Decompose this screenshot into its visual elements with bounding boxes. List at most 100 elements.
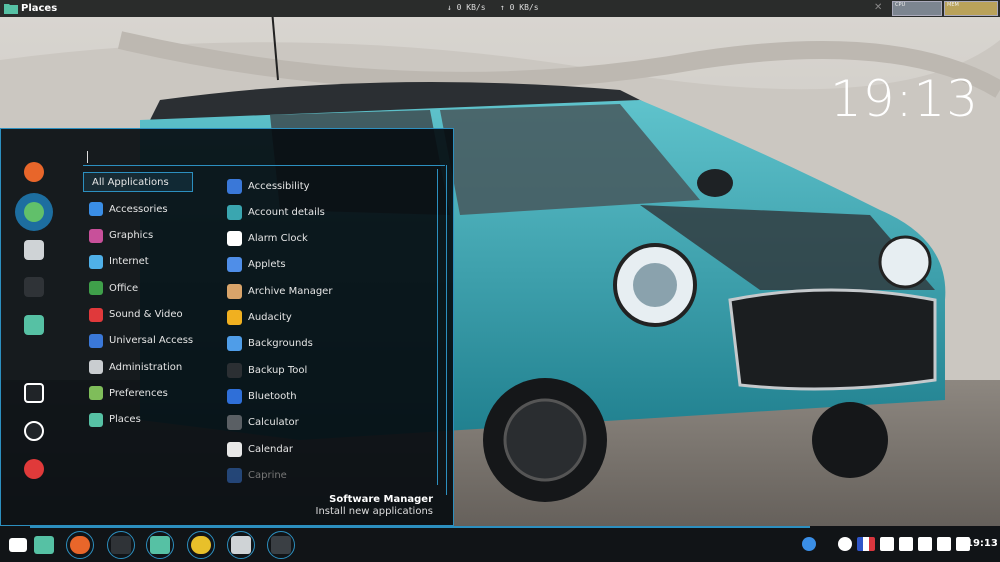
apps-grid-icon-glyph: [24, 202, 44, 222]
chrome-icon[interactable]: [187, 531, 215, 559]
app-label: Calculator: [248, 417, 299, 429]
category-label: Office: [109, 282, 139, 294]
app-label: Bluetooth: [248, 390, 297, 402]
network-download-rate: ↓ 0 KB/s: [447, 3, 486, 12]
app-audacity[interactable]: Audacity: [227, 308, 427, 328]
firefox-icon[interactable]: [23, 161, 45, 183]
settings-icon-glyph: [231, 536, 251, 554]
memory-monitor[interactable]: MEM: [944, 1, 998, 16]
category-label: Graphics: [109, 230, 154, 242]
software-manager-subtitle[interactable]: Install new applications: [316, 506, 434, 517]
logout-icon[interactable]: [23, 420, 45, 442]
media-player-icon-glyph: [271, 536, 291, 554]
preferences-icon: [89, 386, 103, 401]
office-icon: [89, 281, 103, 296]
app-calendar[interactable]: Calendar: [227, 439, 427, 459]
category-label: Places: [109, 414, 141, 426]
close-icon[interactable]: ✕: [874, 2, 882, 13]
lock-icon[interactable]: [23, 382, 45, 404]
app-applets[interactable]: Applets: [227, 255, 427, 275]
window-title[interactable]: Places: [21, 3, 57, 14]
taskbar-accent-line: [30, 526, 810, 528]
settings-toggle-icon[interactable]: [23, 239, 45, 261]
app-caprine[interactable]: Caprine: [227, 465, 427, 485]
volume-icon[interactable]: [937, 537, 951, 551]
desktop-clock: 19:13: [830, 70, 980, 128]
app-account-details[interactable]: Account details: [227, 202, 427, 222]
memory-label: MEM: [947, 2, 959, 8]
media-player-icon[interactable]: [267, 531, 295, 559]
firefox-icon-glyph: [24, 162, 44, 182]
archive-icon: [227, 283, 242, 299]
folder-icon[interactable]: [23, 314, 45, 336]
app-calculator[interactable]: Calculator: [227, 413, 427, 433]
accessibility-icon: [227, 178, 242, 194]
app-label: Audacity: [248, 312, 292, 323]
bluetooth-icon[interactable]: [802, 537, 816, 551]
category-label: Universal Access: [109, 335, 194, 347]
app-backup-tool[interactable]: Backup Tool: [227, 360, 427, 380]
places-icon: [89, 412, 103, 427]
accessories-icon: [89, 202, 103, 217]
firefox-icon-glyph: [70, 536, 90, 554]
user-icon[interactable]: [899, 537, 913, 551]
zorin-menu-icon-glyph: [9, 538, 27, 552]
network-icon[interactable]: [918, 537, 932, 551]
settings-icon[interactable]: [227, 531, 255, 559]
firefox-icon[interactable]: [66, 531, 94, 559]
category-preferences[interactable]: Preferences: [83, 383, 195, 403]
search-caret: [87, 151, 88, 163]
files-icon[interactable]: [146, 531, 174, 559]
app-alarm-clock[interactable]: Alarm Clock: [227, 229, 427, 249]
category-places[interactable]: Places: [83, 410, 195, 430]
backgrounds-icon: [227, 336, 242, 352]
administration-icon: [89, 360, 103, 375]
scrollbar[interactable]: [435, 165, 447, 495]
cpu-monitor[interactable]: CPU: [892, 1, 942, 16]
category-office[interactable]: Office: [83, 278, 195, 298]
logout-icon-glyph: [24, 421, 44, 441]
category-sound-video[interactable]: Sound & Video: [83, 305, 195, 325]
app-archive-manager[interactable]: Archive Manager: [227, 281, 427, 301]
accessibility-icon: [89, 333, 103, 348]
power-icon-glyph: [24, 459, 44, 479]
app-label: Backgrounds: [248, 338, 313, 350]
category-label: Sound & Video: [109, 309, 183, 320]
terminal-icon-glyph: [111, 536, 131, 554]
chrome-icon-glyph: [191, 536, 211, 554]
tray-clock[interactable]: 19:13: [966, 538, 998, 549]
clipboard-icon[interactable]: [880, 537, 894, 551]
apps-grid-icon[interactable]: [15, 193, 53, 231]
zorin-menu-icon[interactable]: [4, 531, 32, 559]
app-label: Calendar: [248, 443, 293, 455]
category-administration[interactable]: Administration: [83, 357, 195, 377]
clock-icon[interactable]: [838, 537, 852, 551]
applets-icon: [227, 257, 242, 273]
app-backgrounds[interactable]: Backgrounds: [227, 334, 427, 354]
folder-window-icon[interactable]: [30, 531, 58, 559]
terminal-icon[interactable]: [107, 531, 135, 559]
system-tray: [802, 536, 975, 552]
cpu-label: CPU: [895, 2, 906, 8]
keyboard-layout-flag-icon[interactable]: [857, 537, 875, 551]
category-graphics[interactable]: Graphics: [83, 226, 195, 246]
software-manager-title[interactable]: Software Manager: [329, 494, 433, 505]
app-accessibility[interactable]: Accessibility: [227, 176, 427, 196]
search-input[interactable]: [83, 165, 445, 166]
menu-sidebar: [1, 129, 67, 525]
category-label: Preferences: [109, 387, 168, 399]
caprine-icon: [227, 467, 242, 483]
lock-icon-glyph: [24, 383, 44, 403]
category-universal-access[interactable]: Universal Access: [83, 331, 195, 351]
power-icon[interactable]: [23, 458, 45, 480]
calculator-icon: [227, 415, 242, 431]
app-bluetooth[interactable]: Bluetooth: [227, 386, 427, 406]
category-all-applications[interactable]: All Applications: [83, 172, 193, 192]
category-accessories[interactable]: Accessories: [83, 199, 195, 219]
category-label: All Applications: [92, 176, 169, 188]
audacity-icon: [227, 310, 242, 325]
network-upload-rate: ↑ 0 KB/s: [500, 3, 539, 12]
category-label: Accessories: [109, 203, 168, 215]
terminal-icon[interactable]: [23, 276, 45, 298]
category-internet[interactable]: Internet: [83, 252, 195, 272]
